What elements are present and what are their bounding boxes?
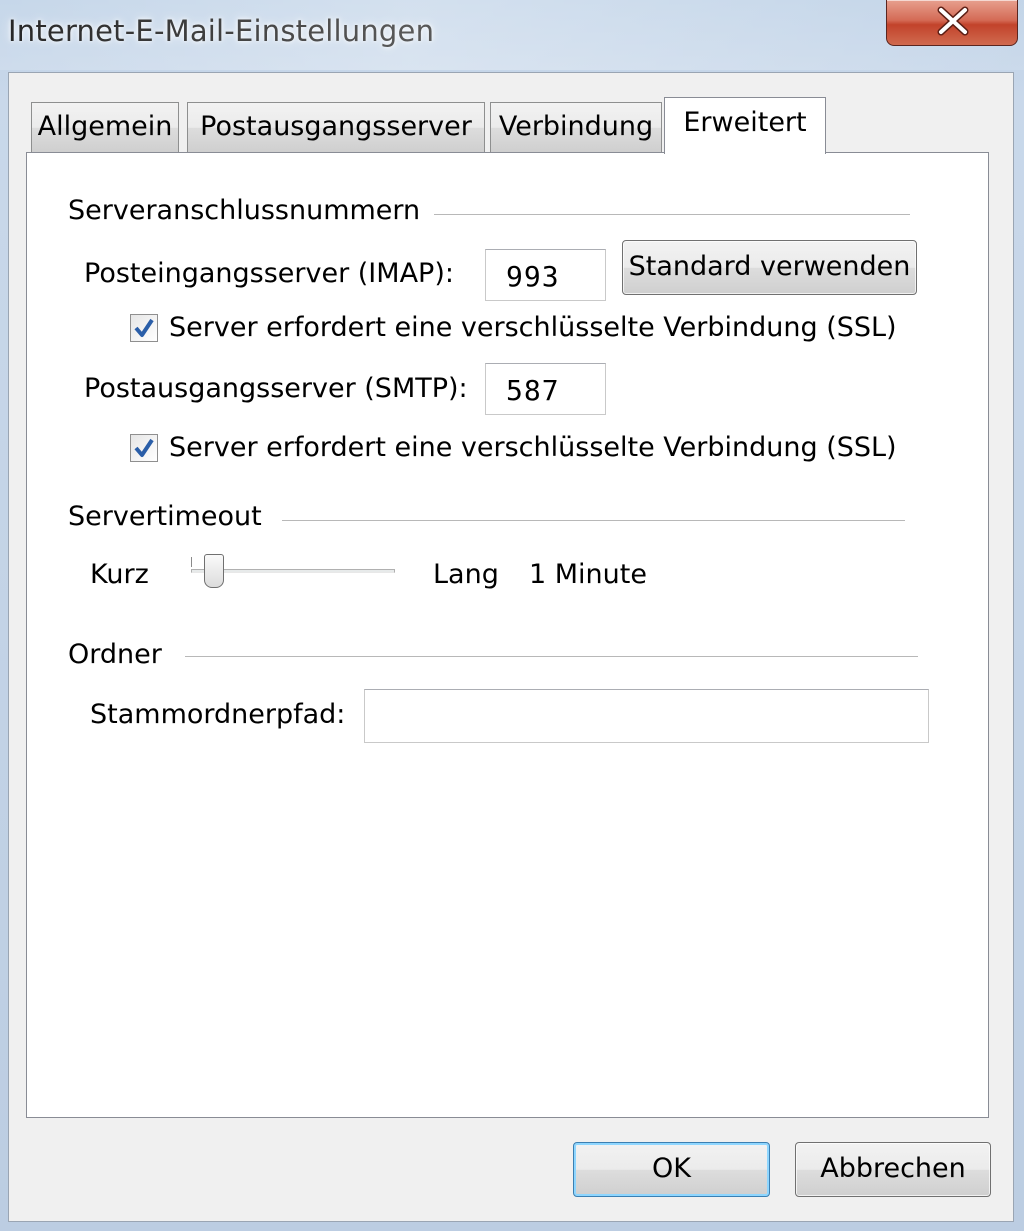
imap-ssl-checkbox[interactable] xyxy=(130,314,158,342)
timeout-slider[interactable] xyxy=(187,551,399,595)
window-title: Internet-E-Mail-Einstellungen xyxy=(8,14,435,48)
root-path-input[interactable] xyxy=(364,689,929,743)
slider-thumb[interactable] xyxy=(204,554,224,588)
tab-label: Erweitert xyxy=(683,107,807,138)
tab-label: Postausgangsserver xyxy=(200,111,472,142)
imap-ssl-label[interactable]: Server erfordert eine verschlüsselte Ver… xyxy=(169,312,897,343)
tab-label: Verbindung xyxy=(498,111,654,142)
root-path-label: Stammordnerpfad: xyxy=(90,699,346,730)
section-divider xyxy=(282,520,905,521)
timeout-value: 1 Minute xyxy=(529,559,647,590)
checkmark-icon xyxy=(134,318,154,337)
imap-port-value: 993 xyxy=(506,260,560,293)
section-title-folders: Ordner xyxy=(68,639,176,670)
dialog-window: Internet-E-Mail-Einstellungen Allgemein … xyxy=(0,0,1024,1231)
smtp-port-input[interactable]: 587 xyxy=(485,363,606,415)
dialog-client-area: Allgemein Postausgangsserver Verbindung … xyxy=(8,72,1014,1222)
tab-erweitert[interactable]: Erweitert xyxy=(664,97,826,154)
tab-panel-erweitert: Serveranschlussnummern Posteingangsserve… xyxy=(26,152,989,1118)
cancel-button[interactable]: Abbrechen xyxy=(795,1142,991,1197)
imap-port-input[interactable]: 993 xyxy=(485,249,606,301)
section-title-timeout: Servertimeout xyxy=(68,501,276,532)
smtp-label: Postausgangsserver (SMTP): xyxy=(84,373,468,404)
close-button[interactable] xyxy=(886,0,1018,46)
smtp-port-value: 587 xyxy=(506,374,560,407)
section-title-ports: Serveranschlussnummern xyxy=(68,195,435,226)
tab-verbindung[interactable]: Verbindung xyxy=(490,102,662,152)
tab-allgemein[interactable]: Allgemein xyxy=(31,102,179,152)
use-default-button[interactable]: Standard verwenden xyxy=(622,240,917,295)
slider-tick xyxy=(191,557,192,567)
ok-button[interactable]: OK xyxy=(573,1142,770,1197)
timeout-long-label: Lang xyxy=(433,559,499,590)
imap-label: Posteingangsserver (IMAP): xyxy=(84,258,454,289)
section-divider xyxy=(417,214,910,215)
timeout-short-label: Kurz xyxy=(90,559,149,590)
smtp-ssl-label[interactable]: Server erfordert eine verschlüsselte Ver… xyxy=(169,432,897,463)
checkmark-icon xyxy=(134,438,154,457)
tab-postausgangsserver[interactable]: Postausgangsserver xyxy=(187,102,485,152)
tab-label: Allgemein xyxy=(37,111,173,142)
close-icon xyxy=(937,6,969,36)
smtp-ssl-checkbox[interactable] xyxy=(130,434,158,462)
section-divider xyxy=(185,656,918,657)
